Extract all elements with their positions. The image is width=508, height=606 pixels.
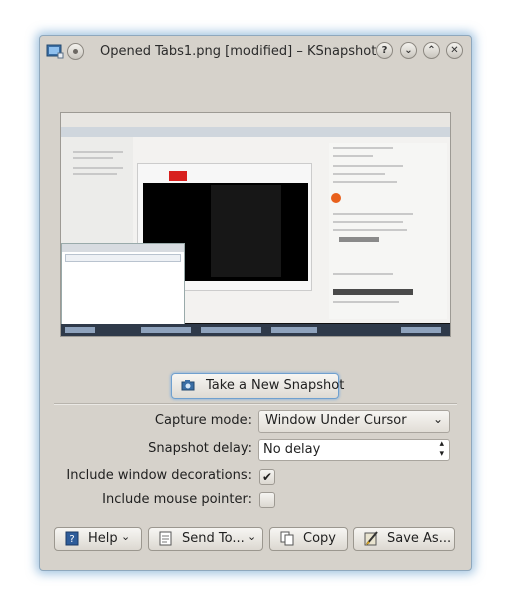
check-icon: ✔ — [261, 470, 273, 484]
save-as-icon — [364, 531, 378, 546]
window-title: Opened Tabs1.png [modified] – KSnapshot — [100, 44, 377, 59]
spin-down-icon[interactable]: ▾ — [439, 449, 444, 459]
help-title-button[interactable]: ? — [376, 42, 393, 59]
pin-button[interactable] — [67, 43, 84, 60]
capture-mode-label: Capture mode: — [154, 413, 252, 428]
chevron-down-icon: ⌄ — [247, 530, 257, 543]
preview-badge-icon — [331, 193, 341, 203]
preview-logo-shape — [169, 171, 187, 181]
mouse-pointer-label: Include mouse pointer: — [102, 492, 252, 507]
window-decorations-checkbox[interactable]: ✔ — [259, 469, 275, 485]
camera-icon — [181, 380, 195, 391]
new-snapshot-button[interactable]: Take a New Snapshot — [171, 373, 344, 399]
help-label: Help — [88, 531, 118, 546]
title-bar[interactable]: Opened Tabs1.png [modified] – KSnapshot … — [40, 36, 471, 68]
ksnapshot-app-icon — [46, 44, 64, 59]
help-book-icon: ? — [65, 531, 79, 546]
minimize-button[interactable]: ⌄ — [400, 42, 417, 59]
preview-button-shape — [339, 237, 379, 242]
snapshot-delay-value: No delay — [263, 442, 321, 457]
preview-video-center — [211, 185, 281, 277]
ksnapshot-window: Opened Tabs1.png [modified] – KSnapshot … — [39, 35, 472, 571]
copy-label: Copy — [303, 531, 336, 546]
snapshot-preview[interactable] — [60, 112, 451, 337]
snapshot-delay-spinbox[interactable]: No delay ▴ ▾ — [258, 439, 450, 461]
maximize-button[interactable]: ⌃ — [423, 42, 440, 59]
window-decorations-label: Include window decorations: — [66, 468, 252, 483]
spin-arrows-icon[interactable]: ▴ ▾ — [439, 439, 444, 459]
spin-up-icon[interactable]: ▴ — [439, 439, 444, 449]
capture-mode-select[interactable]: Window Under Cursor ⌄ — [258, 410, 450, 433]
help-button[interactable]: ? Help ⌄ — [54, 527, 142, 551]
chevron-down-icon: ⌄ — [432, 412, 443, 426]
send-document-icon — [159, 531, 172, 546]
send-to-label: Send To... — [182, 531, 245, 546]
save-as-button[interactable]: Save As... — [353, 527, 455, 551]
preview-taskbar — [61, 324, 450, 336]
close-button[interactable]: ✕ — [446, 42, 463, 59]
mouse-pointer-checkbox[interactable] — [259, 492, 275, 508]
preview-browser-toolbar — [61, 113, 450, 127]
capture-mode-value: Window Under Cursor — [265, 413, 407, 428]
new-snapshot-label: Take a New Snapshot — [206, 378, 345, 393]
preview-thumbnails — [333, 289, 413, 295]
svg-text:?: ? — [69, 534, 74, 545]
copy-button[interactable]: Copy — [269, 527, 348, 551]
copy-icon — [280, 531, 294, 546]
divider — [54, 403, 457, 405]
send-to-button[interactable]: Send To... ⌄ — [148, 527, 263, 551]
preview-browser-tabs — [61, 127, 450, 137]
preview-popup-window — [61, 243, 185, 325]
chevron-down-icon: ⌄ — [121, 530, 131, 543]
snapshot-delay-label: Snapshot delay: — [148, 441, 252, 456]
save-as-label: Save As... — [387, 531, 452, 546]
